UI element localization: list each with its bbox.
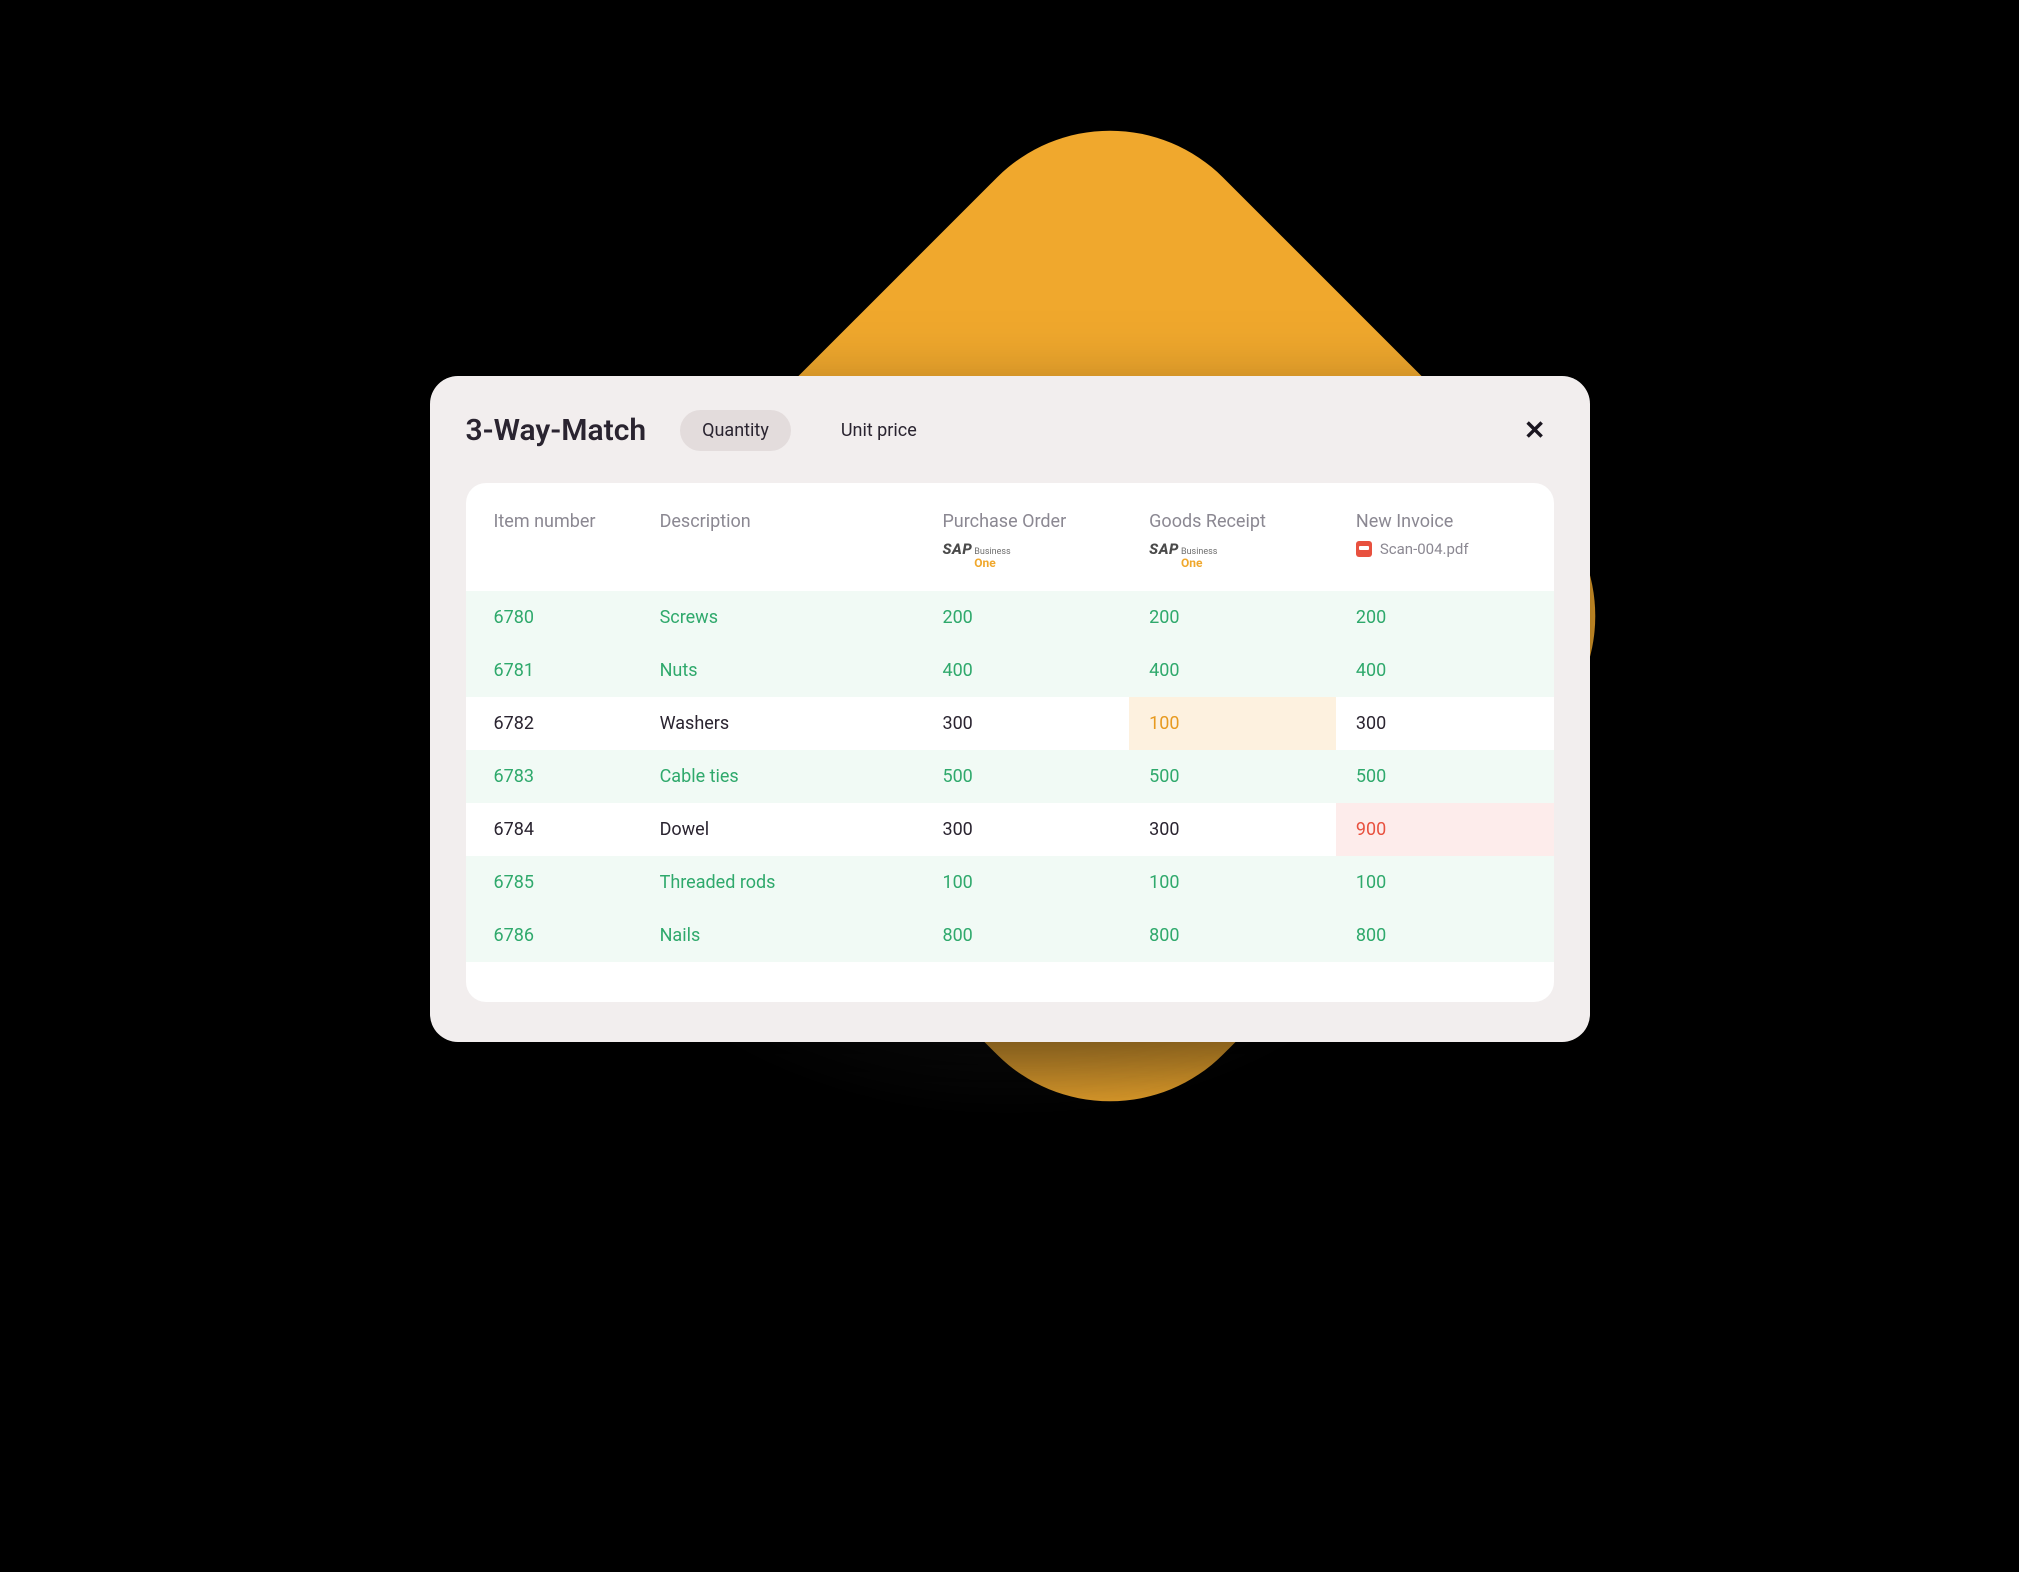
col-po-label: Purchase Order: [942, 511, 1066, 532]
tab-quantity[interactable]: Quantity: [680, 410, 791, 451]
cell-gr: 100: [1129, 856, 1336, 909]
cell-gr: 400: [1129, 644, 1336, 697]
cell-gr: 200: [1129, 591, 1336, 644]
col-new-invoice: New Invoice Scan-004.pdf: [1336, 483, 1554, 591]
cell-inv: 100: [1336, 856, 1554, 909]
cell-inv: 400: [1336, 644, 1554, 697]
cell-item-number: 6781: [466, 644, 640, 697]
match-panel: 3-Way-Match Quantity Unit price ✕ Item n…: [430, 376, 1590, 1042]
cell-inv: 300: [1336, 697, 1554, 750]
match-table-card: Item number Description Purchase Order S…: [466, 483, 1554, 1002]
col-item-number: Item number: [466, 483, 640, 591]
match-table: Item number Description Purchase Order S…: [466, 483, 1554, 962]
cell-description: Dowel: [640, 803, 923, 856]
cell-description: Nails: [640, 909, 923, 962]
cell-description: Washers: [640, 697, 923, 750]
table-row: 6786Nails800800800: [466, 909, 1554, 962]
cell-item-number: 6780: [466, 591, 640, 644]
col-inv-label: New Invoice: [1356, 511, 1453, 532]
cell-po: 400: [922, 644, 1129, 697]
cell-po: 500: [922, 750, 1129, 803]
col-purchase-order: Purchase Order SAP Business One: [922, 483, 1129, 591]
sap-business-one-icon: SAP Business One: [942, 540, 1010, 569]
cell-gr: 300: [1129, 803, 1336, 856]
cell-gr: 100: [1129, 697, 1336, 750]
cell-description: Nuts: [640, 644, 923, 697]
invoice-file-name: Scan-004.pdf: [1380, 540, 1469, 558]
cell-po: 200: [922, 591, 1129, 644]
close-button[interactable]: ✕: [1516, 412, 1554, 450]
panel-title: 3-Way-Match: [466, 413, 647, 448]
table-row: 6780Screws200200200: [466, 591, 1554, 644]
cell-description: Threaded rods: [640, 856, 923, 909]
table-header-row: Item number Description Purchase Order S…: [466, 483, 1554, 591]
col-gr-label: Goods Receipt: [1149, 511, 1266, 532]
cell-item-number: 6783: [466, 750, 640, 803]
cell-description: Screws: [640, 591, 923, 644]
cell-item-number: 6785: [466, 856, 640, 909]
cell-description: Cable ties: [640, 750, 923, 803]
cell-po: 100: [922, 856, 1129, 909]
cell-item-number: 6782: [466, 697, 640, 750]
table-row: 6781Nuts400400400: [466, 644, 1554, 697]
cell-inv: 200: [1336, 591, 1554, 644]
cell-po: 800: [922, 909, 1129, 962]
cell-inv: 800: [1336, 909, 1554, 962]
table-row: 6783Cable ties500500500: [466, 750, 1554, 803]
cell-item-number: 6786: [466, 909, 640, 962]
col-description: Description: [640, 483, 923, 591]
cell-inv: 900: [1336, 803, 1554, 856]
table-row: 6782Washers300100300: [466, 697, 1554, 750]
tab-unit-price[interactable]: Unit price: [819, 410, 939, 451]
cell-inv: 500: [1336, 750, 1554, 803]
close-icon: ✕: [1524, 416, 1546, 446]
panel-header: 3-Way-Match Quantity Unit price ✕: [466, 410, 1554, 451]
table-row: 6784Dowel300300900: [466, 803, 1554, 856]
col-goods-receipt: Goods Receipt SAP Business One: [1129, 483, 1336, 591]
cell-item-number: 6784: [466, 803, 640, 856]
cell-po: 300: [922, 803, 1129, 856]
cell-po: 300: [922, 697, 1129, 750]
pdf-icon: [1356, 541, 1372, 557]
cell-gr: 500: [1129, 750, 1336, 803]
cell-gr: 800: [1129, 909, 1336, 962]
table-row: 6785Threaded rods100100100: [466, 856, 1554, 909]
sap-business-one-icon: SAP Business One: [1149, 540, 1217, 569]
